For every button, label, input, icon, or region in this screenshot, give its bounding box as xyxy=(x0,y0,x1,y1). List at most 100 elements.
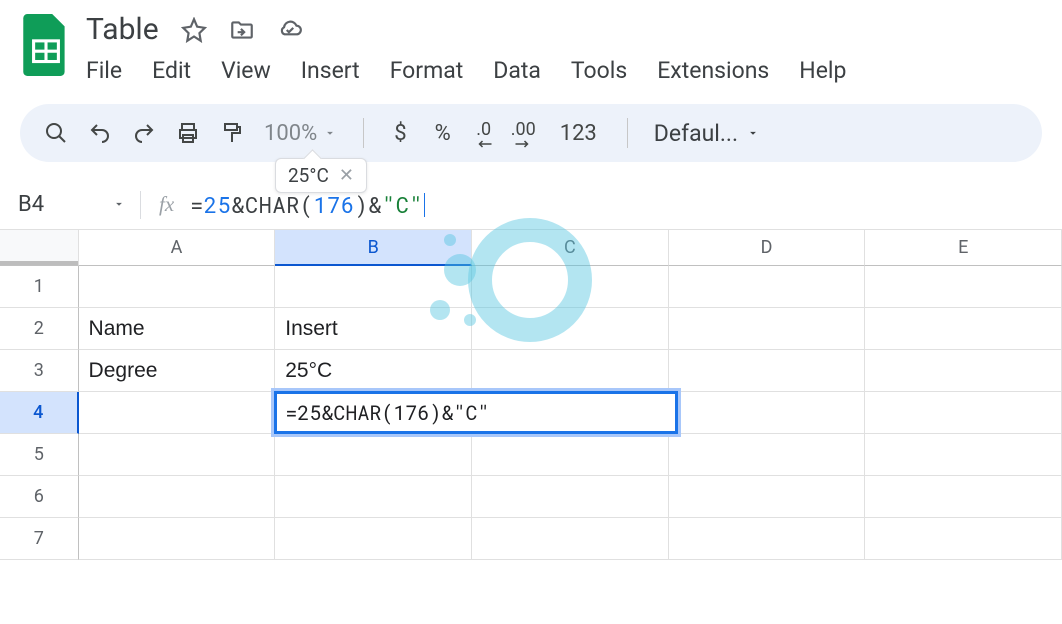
menu-bar: File Edit View Insert Format Data Tools … xyxy=(86,55,846,86)
document-title[interactable]: Table xyxy=(86,12,159,47)
zoom-select[interactable]: 100% xyxy=(264,121,337,146)
row-header-3[interactable]: 3 xyxy=(0,350,79,392)
menu-view[interactable]: View xyxy=(221,55,271,86)
percent-button[interactable]: % xyxy=(431,121,455,146)
paint-format-icon[interactable] xyxy=(220,121,244,145)
cell-c5[interactable] xyxy=(472,434,669,476)
cell-b6[interactable] xyxy=(275,476,472,518)
select-all-corner[interactable] xyxy=(0,230,79,266)
column-header-e[interactable]: E xyxy=(865,230,1062,266)
menu-tools[interactable]: Tools xyxy=(571,55,627,86)
column-header-d[interactable]: D xyxy=(669,230,866,266)
cell-editor[interactable]: =25 & CHAR(176) & "C" xyxy=(274,391,678,434)
cell-c7[interactable] xyxy=(472,518,669,560)
separator xyxy=(140,191,141,219)
title-area: Table File Edit View Insert Format Data … xyxy=(86,10,846,86)
cell-d4[interactable] xyxy=(668,392,865,434)
row-6: 6 xyxy=(0,476,1062,518)
chevron-down-icon xyxy=(746,126,760,140)
cell-e4[interactable] xyxy=(865,392,1062,434)
column-header-b[interactable]: B xyxy=(275,230,472,266)
cell-a3[interactable]: Degree xyxy=(79,350,276,392)
cell-d6[interactable] xyxy=(669,476,866,518)
menu-extensions[interactable]: Extensions xyxy=(657,55,769,86)
row-7: 7 xyxy=(0,518,1062,560)
cell-b7[interactable] xyxy=(275,518,472,560)
cell-e6[interactable] xyxy=(865,476,1062,518)
undo-icon[interactable] xyxy=(88,121,112,145)
move-folder-icon[interactable] xyxy=(229,17,255,43)
cell-e2[interactable] xyxy=(865,308,1062,350)
cell-b5[interactable] xyxy=(275,434,472,476)
row-4: 4 =25 & CHAR(176) & "C" xyxy=(0,392,1062,434)
cell-d3[interactable] xyxy=(669,350,866,392)
row-header-5[interactable]: 5 xyxy=(0,434,79,476)
row-header-7[interactable]: 7 xyxy=(0,518,79,560)
font-name: Defaul... xyxy=(654,120,738,147)
spreadsheet-grid: A B C D E 1 2 Name Insert 3 Degree 25°C … xyxy=(0,230,1062,560)
chevron-down-icon xyxy=(323,126,337,140)
name-box[interactable]: B4 xyxy=(10,192,140,217)
cell-a6[interactable] xyxy=(79,476,276,518)
cell-c6[interactable] xyxy=(472,476,669,518)
column-headers: A B C D E xyxy=(0,230,1062,266)
currency-button[interactable]: $ xyxy=(390,121,410,146)
number-format-button[interactable]: 123 xyxy=(556,121,601,146)
print-icon[interactable] xyxy=(176,121,200,145)
cell-e3[interactable] xyxy=(865,350,1062,392)
cell-a2[interactable]: Name xyxy=(79,308,276,350)
cell-d5[interactable] xyxy=(669,434,866,476)
cell-c2[interactable] xyxy=(472,308,669,350)
separator xyxy=(627,118,628,148)
menu-data[interactable]: Data xyxy=(493,55,541,86)
cloud-saved-icon[interactable] xyxy=(277,17,303,43)
cell-b1[interactable] xyxy=(275,266,472,308)
menu-insert[interactable]: Insert xyxy=(301,55,360,86)
cell-d7[interactable] xyxy=(669,518,866,560)
redo-icon[interactable] xyxy=(132,121,156,145)
search-icon[interactable] xyxy=(44,121,68,145)
cell-a4[interactable] xyxy=(79,392,276,434)
zoom-value: 100% xyxy=(264,121,317,146)
cell-c1[interactable] xyxy=(472,266,669,308)
menu-format[interactable]: Format xyxy=(390,55,464,86)
separator xyxy=(363,118,364,148)
row-header-2[interactable]: 2 xyxy=(0,308,79,350)
close-icon[interactable]: ✕ xyxy=(339,165,354,186)
cell-a5[interactable] xyxy=(79,434,276,476)
column-header-a[interactable]: A xyxy=(79,230,276,266)
cell-b3[interactable]: 25°C xyxy=(275,350,472,392)
star-icon[interactable] xyxy=(181,17,207,43)
menu-file[interactable]: File xyxy=(86,55,122,86)
row-3: 3 Degree 25°C xyxy=(0,350,1062,392)
font-select[interactable]: Defaul... xyxy=(654,120,760,147)
decrease-decimal-button[interactable]: .0 xyxy=(475,119,493,148)
cell-e7[interactable] xyxy=(865,518,1062,560)
cell-e1[interactable] xyxy=(865,266,1062,308)
cell-d2[interactable] xyxy=(669,308,866,350)
row-1: 1 xyxy=(0,266,1062,308)
formula-input[interactable]: =25 & CHAR(176) & "C" xyxy=(190,190,425,219)
row-header-4[interactable]: 4 xyxy=(0,392,79,434)
row-header-1[interactable]: 1 xyxy=(0,266,79,308)
row-2: 2 Name Insert xyxy=(0,308,1062,350)
increase-decimal-button[interactable]: .00 xyxy=(511,119,536,148)
column-header-c[interactable]: C xyxy=(472,230,669,266)
cell-b4-active[interactable]: =25 & CHAR(176) & "C" xyxy=(275,392,471,434)
menu-help[interactable]: Help xyxy=(799,55,846,86)
tooltip-value: 25°C xyxy=(288,164,329,187)
menu-edit[interactable]: Edit xyxy=(152,55,191,86)
sheets-logo[interactable] xyxy=(20,10,72,80)
cell-a7[interactable] xyxy=(79,518,276,560)
row-header-6[interactable]: 6 xyxy=(0,476,79,518)
cell-reference: B4 xyxy=(18,192,44,217)
toolbar: 100% $ % .0 .00 123 Defaul... 25°C ✕ xyxy=(20,104,1042,162)
cell-d1[interactable] xyxy=(669,266,866,308)
cell-a1[interactable] xyxy=(79,266,276,308)
cell-b2[interactable]: Insert xyxy=(275,308,472,350)
chevron-down-icon xyxy=(112,192,126,217)
formula-bar: B4 fx =25 & CHAR(176) & "C" xyxy=(0,162,1062,230)
cell-c3[interactable] xyxy=(472,350,669,392)
fx-icon[interactable]: fx xyxy=(159,192,174,217)
cell-e5[interactable] xyxy=(865,434,1062,476)
